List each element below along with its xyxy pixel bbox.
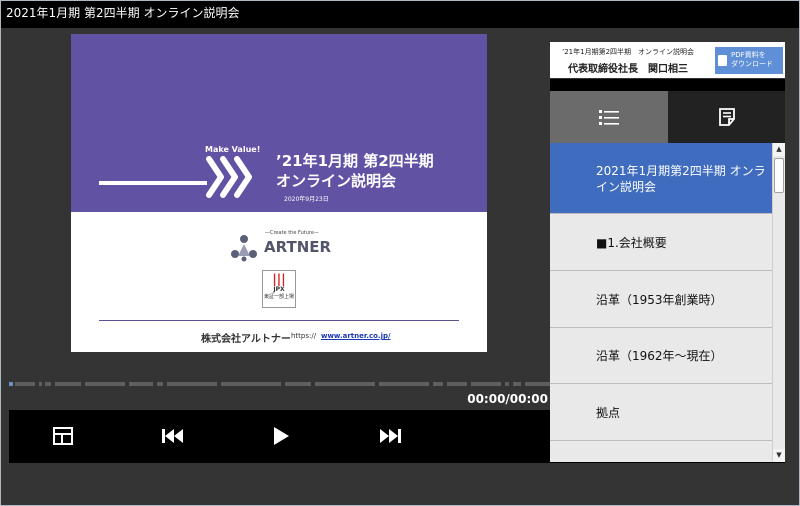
slide-date: 2020年9月23日: [284, 196, 329, 203]
skip-previous-icon: [162, 429, 183, 443]
list-item[interactable]: 拠点: [550, 384, 772, 441]
scroll-down-icon[interactable]: ▼: [773, 449, 785, 462]
pdf-button-line1: PDF資料を: [731, 51, 766, 59]
window-title: 2021年1月期 第2四半期 オンライン説明会: [1, 1, 799, 28]
list-item-label-line1: 2021年1月期第2四半期 オンラ: [596, 164, 766, 178]
slide-url-prefix: https://: [291, 332, 317, 340]
list-item-label: 沿革（1962年～現在）: [596, 349, 723, 363]
list-item[interactable]: 沿革（1953年創業時）: [550, 271, 772, 328]
slide-arrow-line: [99, 181, 207, 185]
list-scrollbar[interactable]: ▲ ▼: [772, 143, 785, 462]
slide-make-value: Make Value!: [205, 145, 261, 154]
play-icon: [274, 427, 289, 445]
scroll-up-icon[interactable]: ▲: [773, 143, 785, 156]
layout-button[interactable]: [49, 423, 77, 449]
slide-title: ’21年1月期 第2四半期 オンライン説明会: [276, 151, 434, 191]
artner-logo-text: ARTNER: [264, 238, 332, 256]
sidebar-tabs: [550, 91, 785, 143]
list-item-label: 沿革（1953年創業時）: [596, 292, 723, 307]
chevrons-icon: [206, 156, 252, 198]
slide-title-line2: オンライン説明会: [276, 172, 397, 190]
artner-logo-icon: [231, 235, 257, 262]
sidebar-spacer: [550, 79, 785, 91]
slide-url-link[interactable]: www.artner.co.jp/: [321, 332, 391, 340]
list-item[interactable]: 沿革（1962年～現在）: [550, 328, 772, 384]
slide-title-line1: ’21年1月期 第2四半期: [276, 152, 434, 170]
chapter-list: 2021年1月期第2四半期 オンラ イン説明会 ■1.会社概要 沿革（1953年…: [550, 143, 772, 462]
pdf-download-button[interactable]: PDF資料を ダウンロード: [715, 47, 783, 74]
list-item[interactable]: ■1.会社概要: [550, 214, 772, 271]
pdf-icon: [718, 55, 727, 66]
tab-table-of-contents[interactable]: [550, 91, 668, 143]
time-display: 00:00/00:00: [467, 392, 548, 406]
video-player: Make Value! ’21年1月期 第2四半期 オンライン説明会 2020年…: [9, 28, 550, 463]
sidebar-event-title: ’21年1月期第2四半期 オンライン説明会: [562, 48, 695, 56]
slide-tagline: —Create the Future—: [265, 230, 319, 236]
jpx-badge: ||| JPX 東証一部上場: [262, 270, 296, 308]
sidebar-presenter: 代表取締役社長 関口相三: [568, 64, 688, 75]
pdf-button-line2: ダウンロード: [731, 60, 773, 68]
slide-company: 株式会社アルトナー: [201, 334, 291, 345]
sidebar-header: ’21年1月期第2四半期 オンライン説明会 代表取締役社長 関口相三 PDF資料…: [550, 42, 785, 78]
list-bottom-edge: [550, 462, 785, 463]
slide-divider: [99, 320, 459, 321]
next-button[interactable]: [376, 423, 404, 449]
jpx-mark-icon: |||: [272, 272, 286, 286]
app-window: 2021年1月期 第2四半期 オンライン説明会 Make Value! ’21年…: [0, 0, 800, 506]
list-item-label: 拠点: [596, 405, 621, 420]
tab-notes[interactable]: [668, 91, 785, 143]
notes-icon: [718, 108, 735, 126]
previous-button[interactable]: [159, 423, 187, 449]
player-controls: [9, 410, 550, 463]
play-button[interactable]: [267, 423, 295, 449]
jpx-label: JPX: [273, 286, 285, 293]
layout-icon: [53, 427, 73, 445]
list-item-label: ■1.会社概要: [596, 235, 667, 250]
jpx-market: 東証一部上場: [263, 294, 294, 300]
skip-next-icon: [380, 429, 401, 443]
list-item-active[interactable]: 2021年1月期第2四半期 オンラ イン説明会: [550, 143, 772, 214]
list-icon: [599, 110, 619, 125]
scroll-thumb[interactable]: [774, 158, 784, 193]
slide-view[interactable]: Make Value! ’21年1月期 第2四半期 オンライン説明会 2020年…: [71, 34, 487, 352]
seek-bar[interactable]: [9, 380, 550, 387]
list-item-label-line2: イン説明会: [596, 180, 657, 194]
